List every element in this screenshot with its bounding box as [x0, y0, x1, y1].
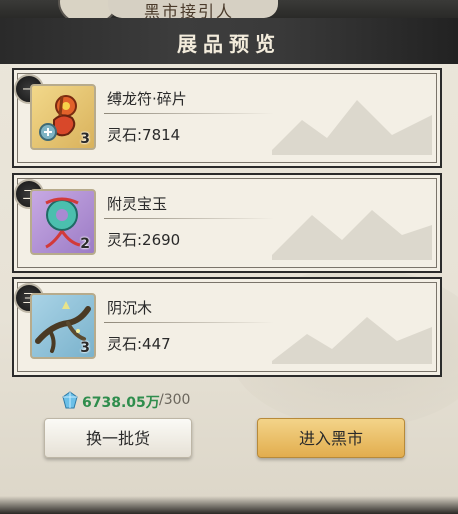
item-count: 3: [80, 131, 90, 147]
divider: [104, 218, 274, 219]
footer-shadow: [0, 496, 458, 514]
divider: [104, 322, 274, 323]
dialog-header: 展品预览: [0, 18, 458, 64]
refresh-goods-button[interactable]: 换一批货: [44, 418, 192, 458]
exhibit-item-1[interactable]: 一 3 缚龙符·碎片 灵石:7814: [12, 68, 442, 168]
item-price: 灵石:2690: [107, 231, 181, 249]
divider: [104, 113, 274, 114]
npc-banner: 黑市接引人: [108, 0, 278, 21]
item-icon-frame[interactable]: 3: [30, 84, 96, 150]
enter-black-market-button[interactable]: 进入黑市: [257, 418, 405, 458]
exhibit-item-2[interactable]: 二 2 附灵宝玉 灵石:2690: [12, 173, 442, 273]
spirit-stone-icon: [62, 391, 78, 409]
landscape-decoration: [272, 100, 432, 155]
item-icon-frame[interactable]: 3: [30, 293, 96, 359]
preview-dialog: 展品预览 一 3 缚龙符·碎片 灵石:7814 二 2 附灵宝玉 灵石:2690…: [0, 18, 458, 514]
dialog-title: 展品预览: [177, 32, 281, 56]
landscape-decoration: [272, 317, 432, 364]
item-icon-frame[interactable]: 2: [30, 189, 96, 255]
item-count: 3: [80, 340, 90, 356]
item-name: 缚龙符·碎片: [107, 90, 187, 108]
item-price: 灵石:7814: [107, 126, 181, 144]
exhibit-item-3[interactable]: 三 3 阴沉木 灵石:447: [12, 277, 442, 377]
item-price: 灵石:447: [107, 335, 171, 353]
item-name: 阴沉木: [107, 299, 153, 317]
item-count: 2: [80, 236, 90, 252]
balance-value: 6738.05万: [82, 395, 160, 411]
balance-cap: /300: [159, 392, 191, 408]
landscape-decoration: [272, 210, 432, 260]
item-name: 附灵宝玉: [107, 195, 168, 213]
